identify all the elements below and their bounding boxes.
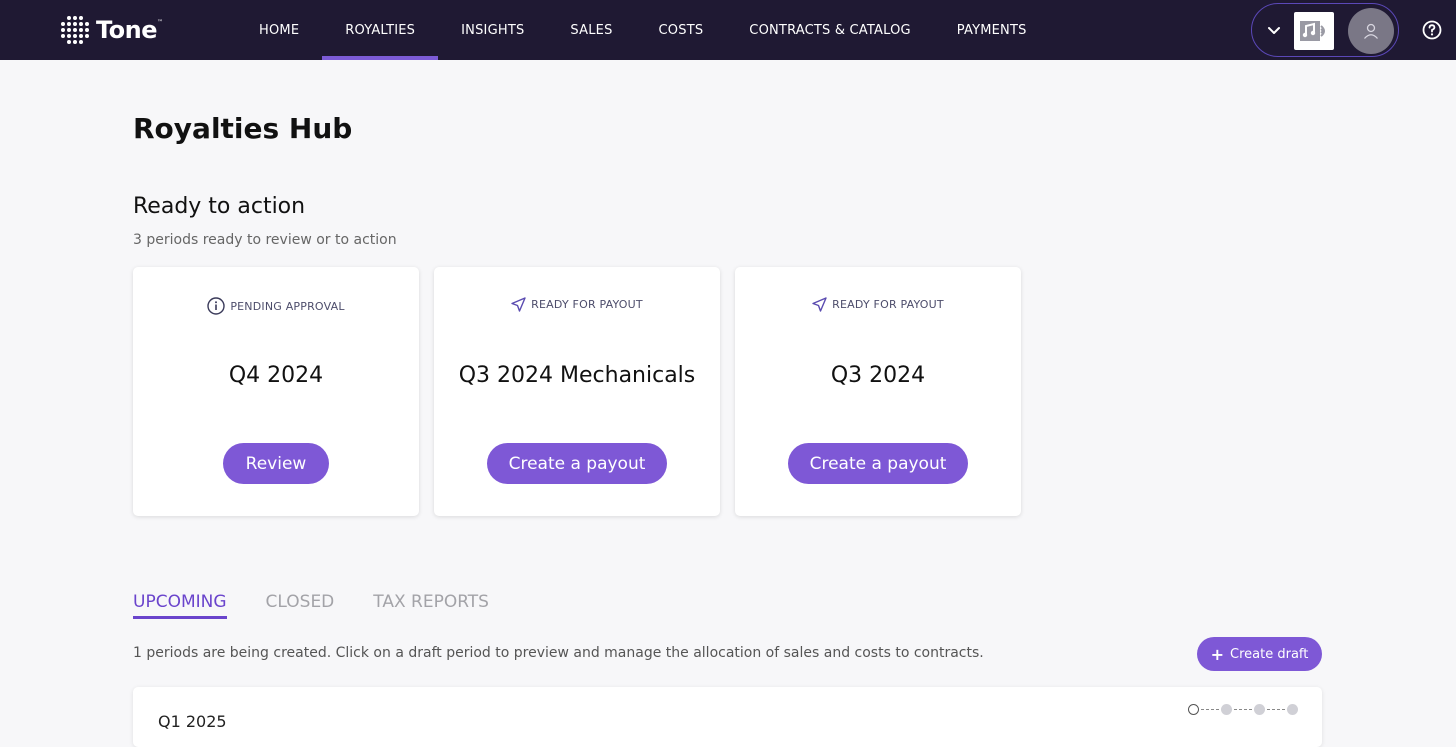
progress-step xyxy=(1287,704,1298,715)
logo-dots-icon xyxy=(60,15,90,45)
period-progress-steps xyxy=(1188,704,1298,715)
progress-connector xyxy=(1234,709,1252,710)
status-badge: PENDING APPROVAL xyxy=(133,297,419,315)
draft-period-card[interactable]: Q1 2025 xyxy=(133,687,1322,747)
nav-item-insights[interactable]: INSIGHTS xyxy=(438,0,547,60)
nav-item-sales[interactable]: SALES xyxy=(547,0,635,60)
status-label: READY FOR PAYOUT xyxy=(531,298,643,311)
nav-item-royalties[interactable]: ROYALTIES xyxy=(322,0,439,60)
progress-step xyxy=(1188,704,1199,715)
chevron-down-icon[interactable] xyxy=(1266,22,1282,38)
account-switcher[interactable] xyxy=(1251,3,1399,57)
period-card-q4-2024[interactable]: PENDING APPROVAL Q4 2024 Review xyxy=(133,267,419,516)
info-icon xyxy=(207,297,226,315)
nav-item-costs[interactable]: COSTS xyxy=(636,0,727,60)
create-payout-button[interactable]: Create a payout xyxy=(487,443,667,484)
nav-item-payments[interactable]: PAYMENTS xyxy=(934,0,1050,60)
ready-section-title: Ready to action xyxy=(133,194,306,219)
progress-connector xyxy=(1201,709,1219,710)
status-badge: READY FOR PAYOUT xyxy=(434,297,720,312)
upcoming-description: 1 periods are being created. Click on a … xyxy=(133,645,984,661)
user-avatar[interactable] xyxy=(1348,8,1394,54)
ready-section-subtitle: 3 periods ready to review or to action xyxy=(133,232,397,248)
period-tabs: UPCOMING CLOSED TAX REPORTS xyxy=(133,592,528,619)
brand-name: Tone xyxy=(96,16,158,44)
period-title: Q3 2024 xyxy=(830,363,926,388)
send-icon xyxy=(812,297,827,312)
progress-connector xyxy=(1267,709,1285,710)
progress-step xyxy=(1221,704,1232,715)
main-nav: HOME ROYALTIES INSIGHTS SALES COSTS CONT… xyxy=(236,0,1050,60)
create-payout-button[interactable]: Create a payout xyxy=(788,443,968,484)
status-label: READY FOR PAYOUT xyxy=(832,298,944,311)
send-icon xyxy=(511,297,526,312)
nav-item-contracts-catalog[interactable]: CONTRACTS & CATALOG xyxy=(726,0,934,60)
music-label-logo[interactable] xyxy=(1294,12,1334,50)
nav-item-home[interactable]: HOME xyxy=(236,0,322,60)
period-title: Q3 2024 Mechanicals xyxy=(458,363,696,388)
brand-trademark: ™ xyxy=(157,19,164,26)
tab-upcoming[interactable]: UPCOMING xyxy=(133,592,227,619)
tab-tax-reports[interactable]: TAX REPORTS xyxy=(373,592,489,619)
plus-icon: + xyxy=(1210,644,1225,664)
create-draft-label: Create draft xyxy=(1230,646,1309,662)
review-button[interactable]: Review xyxy=(223,443,329,484)
draft-period-label: Q1 2025 xyxy=(158,712,227,731)
status-label: PENDING APPROVAL xyxy=(230,299,345,313)
status-badge: READY FOR PAYOUT xyxy=(735,297,1021,312)
tab-closed[interactable]: CLOSED xyxy=(266,592,335,619)
help-icon[interactable] xyxy=(1422,20,1442,40)
period-card-q3-2024[interactable]: READY FOR PAYOUT Q3 2024 Create a payout xyxy=(735,267,1021,516)
page-title: Royalties Hub xyxy=(133,112,353,145)
period-title: Q4 2024 xyxy=(228,363,324,388)
user-icon xyxy=(1364,23,1378,39)
period-card-q3-2024-mechanicals[interactable]: READY FOR PAYOUT Q3 2024 Mechanicals Cre… xyxy=(434,267,720,516)
progress-step xyxy=(1254,704,1265,715)
top-navigation-bar: Tone ™ HOME ROYALTIES INSIGHTS SALES COS… xyxy=(0,0,1456,60)
create-draft-button[interactable]: + Create draft xyxy=(1197,637,1322,671)
tone-logo[interactable]: Tone ™ xyxy=(60,14,163,46)
